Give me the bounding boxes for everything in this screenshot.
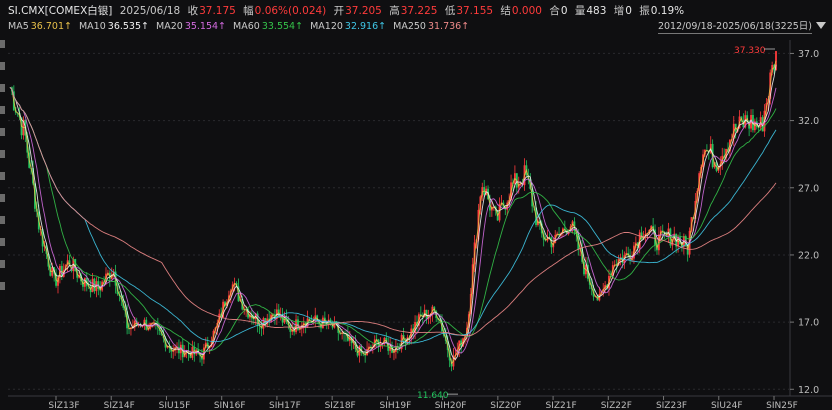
y-tick-label: 12.0 (798, 385, 819, 396)
ma250-line (9, 86, 777, 337)
x-tick-label: SIZ23F (656, 401, 687, 410)
x-tick-label: SIH19F (380, 401, 412, 410)
x-tick-label: SIN16F (214, 401, 246, 410)
x-tick-label: SIU24F (711, 401, 743, 410)
ma5-line (9, 60, 777, 365)
x-tick-label: SIH17F (269, 401, 301, 410)
x-tick-label: SIZ14F (104, 401, 135, 410)
x-tick-label: SIZ22F (601, 401, 632, 410)
x-tick-label: SIU15F (159, 401, 191, 410)
x-tick-label: SIZ13F (48, 401, 79, 410)
y-tick-label: 37.0 (798, 49, 819, 60)
x-tick-label: SIZ18F (325, 401, 356, 410)
x-tick-label: SIH20F (435, 401, 467, 410)
y-tick-label: 17.0 (798, 318, 819, 329)
y-tick-label: 22.0 (798, 250, 819, 261)
x-tick-label: SIZ20F (490, 401, 521, 410)
x-tick-label: SIZ21F (545, 401, 576, 410)
max-price-label: 37.330 (734, 46, 766, 56)
y-tick-label: 32.0 (798, 116, 819, 127)
min-price-label: 11.640 (417, 391, 449, 401)
y-tick-label: 27.0 (798, 183, 819, 194)
x-tick-label: SIN25F (766, 401, 798, 410)
price-chart[interactable]: 37.0 32.0 27.0 22.0 17.0 12.0 SIZ13F SIZ14F SIU1… (0, 0, 832, 410)
